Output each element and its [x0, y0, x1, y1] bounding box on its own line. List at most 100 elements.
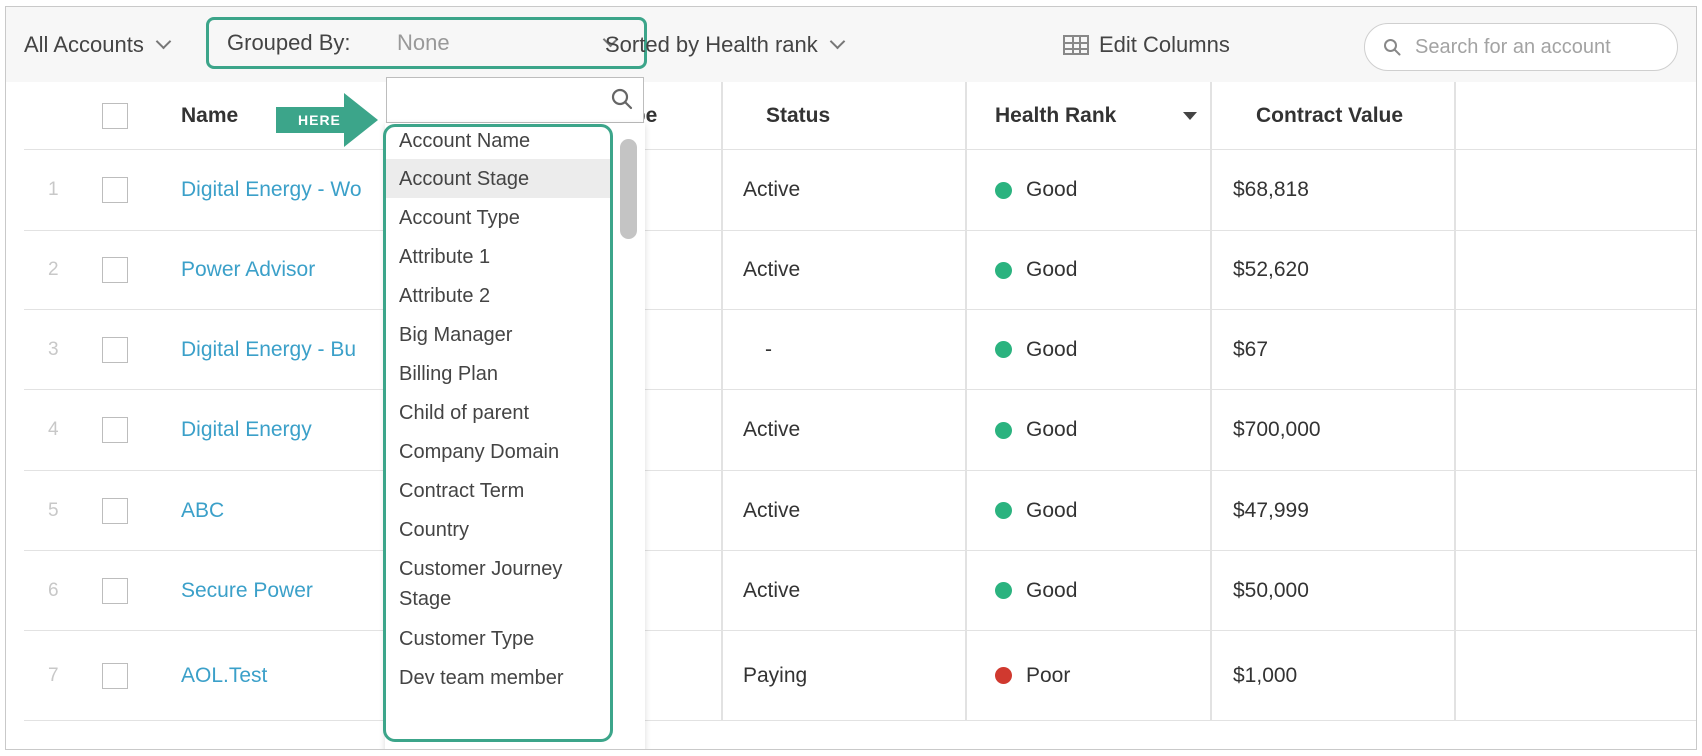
account-name-link[interactable]: Digital Energy - Bu	[181, 310, 356, 389]
group-by-options-panel: Account Name Account Stage Account Type Att…	[385, 123, 645, 749]
group-by-option[interactable]: Account Type	[385, 198, 611, 237]
table-row[interactable]: 7AOL.Test...PayingPoor$1,000	[24, 631, 1696, 721]
health-status-dot-icon	[995, 502, 1012, 519]
account-filter-label: All Accounts	[24, 31, 144, 57]
search-placeholder: Search for an account	[1415, 35, 1611, 58]
table-row[interactable]: 4 Digital Energy Active Good $700,000	[24, 390, 1696, 471]
grouped-by-value: None	[397, 30, 450, 55]
column-header-contract-value[interactable]: Contract Value	[1256, 82, 1403, 149]
group-by-option[interactable]: Dev team member	[385, 658, 611, 697]
group-by-option[interactable]: Account Stage	[385, 159, 611, 198]
chevron-down-icon	[155, 33, 172, 50]
row-number: 7	[48, 664, 59, 686]
account-name-link[interactable]: Digital Energy - Wo	[181, 150, 362, 230]
contract-value: $1,000	[1233, 663, 1298, 687]
row-number: 3	[48, 338, 59, 360]
search-icon	[611, 88, 633, 110]
group-by-option[interactable]: Child of parent	[385, 393, 611, 432]
health-rank-value: Good	[995, 231, 1077, 309]
account-name-link[interactable]: AOL.Test	[181, 631, 267, 720]
row-number: 5	[48, 499, 59, 521]
group-by-option[interactable]: Billing Plan	[385, 354, 611, 393]
select-all-checkbox[interactable]	[102, 82, 128, 149]
grouped-by-dropdown[interactable]: Grouped By: None	[206, 17, 647, 69]
table-row[interactable]: 6 Secure Power Active Good $50,000	[24, 551, 1696, 631]
contract-value: $52,620	[1233, 258, 1309, 281]
dropdown-scrollbar[interactable]	[620, 139, 637, 239]
table-grid-icon	[1063, 34, 1089, 55]
row-checkbox[interactable]	[102, 150, 128, 230]
account-name-link[interactable]: ABC	[181, 471, 224, 550]
column-header-name[interactable]: Name	[181, 82, 238, 149]
row-checkbox[interactable]	[102, 310, 128, 389]
table-row[interactable]: 1Digital Energy - Wo...ActiveGood$68,818	[24, 150, 1696, 231]
sort-dropdown[interactable]: Sorted by Health rank	[605, 7, 846, 82]
row-checkbox[interactable]	[102, 551, 128, 630]
status-value: Active	[743, 498, 801, 522]
group-by-option[interactable]: Company Domain	[385, 432, 611, 471]
contract-value: $68,818	[1233, 178, 1309, 201]
account-name-link[interactable]: Digital Energy	[181, 390, 312, 470]
contract-value: $50,000	[1233, 578, 1309, 602]
status-value: Active	[743, 258, 801, 281]
account-name-link[interactable]: Power Advisor	[181, 231, 315, 309]
row-checkbox[interactable]	[102, 471, 128, 550]
toolbar: All Accounts Grouped By: None Sorted by …	[6, 7, 1696, 82]
group-by-option[interactable]: Attribute 1	[385, 237, 611, 276]
edit-columns-label: Edit Columns	[1099, 31, 1230, 57]
accounts-window: All Accounts Grouped By: None Sorted by …	[5, 6, 1697, 750]
status-value: Active	[743, 418, 801, 441]
edit-columns-button[interactable]: Edit Columns	[1063, 7, 1230, 82]
table-row[interactable]: 2Power Advisor...ActiveGood$52,620	[24, 231, 1696, 310]
group-by-option[interactable]: Customer Type	[385, 619, 611, 658]
table-row[interactable]: 5ABC...ActiveGood$47,999	[24, 471, 1696, 551]
health-rank-value: Good	[995, 471, 1077, 550]
row-number: 6	[48, 579, 59, 601]
here-callout-text: HERE	[298, 112, 341, 128]
account-name-link[interactable]: Secure Power	[181, 551, 313, 630]
grouped-by-label: Grouped By:	[227, 30, 351, 55]
row-number: 2	[48, 259, 59, 280]
row-number: 1	[48, 179, 59, 200]
health-rank-value: Good	[995, 310, 1077, 389]
sort-label: Sorted by Health rank	[605, 31, 818, 57]
group-by-option[interactable]: Customer Journey Stage	[385, 549, 611, 619]
contract-value: $47,999	[1233, 498, 1309, 522]
health-rank-value: Poor	[995, 631, 1070, 720]
column-header-status[interactable]: Status	[766, 82, 830, 149]
column-header-health-rank[interactable]: Health Rank	[995, 82, 1116, 149]
status-value: Active	[743, 178, 801, 201]
account-search-input[interactable]: Search for an account	[1364, 23, 1678, 71]
row-checkbox[interactable]	[102, 231, 128, 309]
health-status-dot-icon	[995, 667, 1012, 684]
group-by-option[interactable]: Country	[385, 510, 611, 549]
row-number: 4	[48, 419, 59, 440]
health-status-dot-icon	[995, 582, 1012, 599]
group-by-option[interactable]: Account Name	[385, 123, 611, 159]
sort-desc-icon[interactable]	[1183, 82, 1197, 149]
contract-value: $67	[1233, 337, 1269, 361]
status-value: Active	[743, 578, 801, 602]
health-rank-value: Good	[995, 150, 1077, 230]
search-icon	[1384, 39, 1401, 56]
health-rank-value: Good	[995, 551, 1077, 630]
contract-value: $700,000	[1233, 418, 1321, 441]
table-row[interactable]: 3Digital Energy - Bu...-Good$67	[24, 310, 1696, 390]
status-value: Paying	[743, 663, 808, 687]
group-by-option[interactable]: Contract Term	[385, 471, 611, 510]
group-by-search-input[interactable]	[386, 77, 644, 123]
health-status-dot-icon	[995, 421, 1012, 439]
group-by-option[interactable]: Attribute 2	[385, 276, 611, 315]
here-callout-arrow: HERE	[276, 93, 378, 147]
health-status-dot-icon	[995, 261, 1012, 279]
health-status-dot-icon	[995, 341, 1012, 358]
account-filter-dropdown[interactable]: All Accounts	[24, 7, 172, 82]
status-value: -	[765, 337, 772, 361]
health-rank-value: Good	[995, 390, 1077, 470]
health-status-dot-icon	[995, 181, 1012, 199]
row-checkbox[interactable]	[102, 390, 128, 470]
table-header-row: Name t Type Status Health Rank Contract …	[24, 82, 1696, 150]
row-checkbox[interactable]	[102, 631, 128, 720]
group-by-option[interactable]: Big Manager	[385, 315, 611, 354]
chevron-down-icon	[829, 33, 846, 50]
